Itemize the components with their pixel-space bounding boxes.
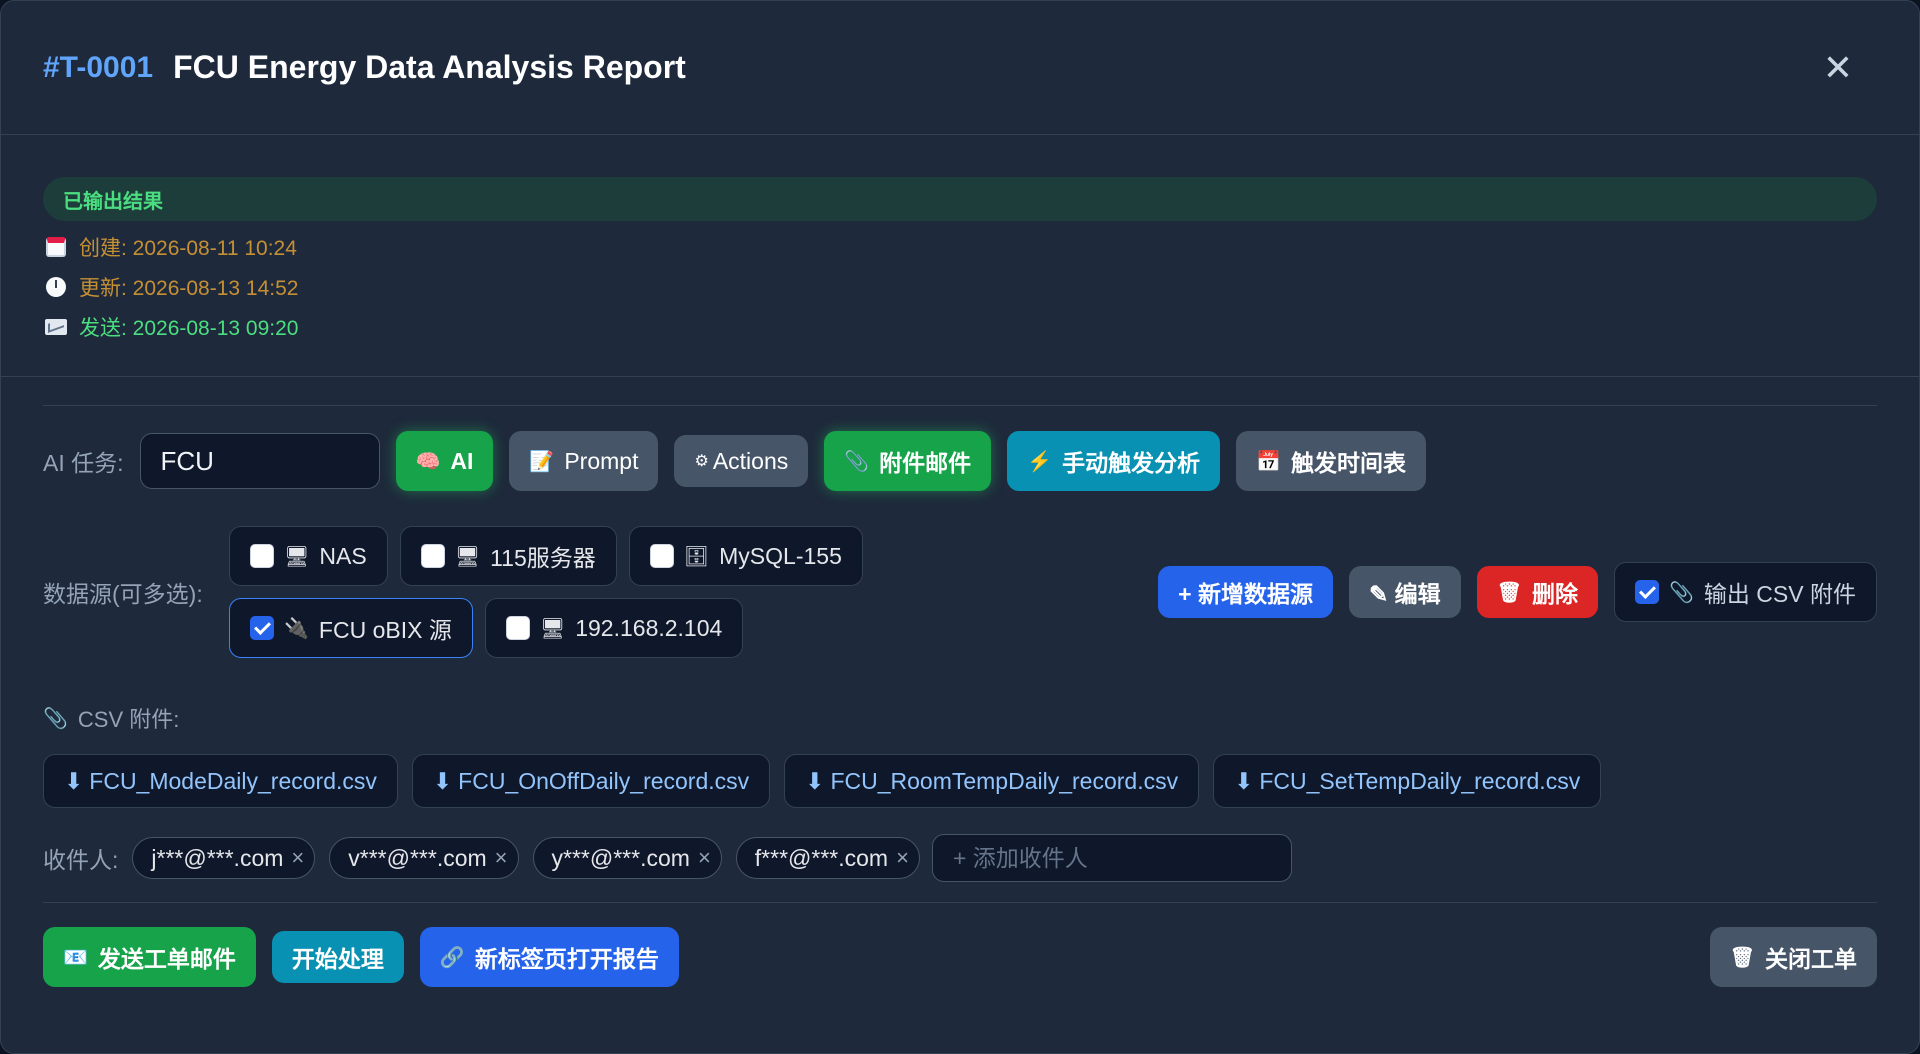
- ai-task-input[interactable]: [139, 433, 380, 489]
- output-csv-checkbox[interactable]: [1635, 580, 1660, 604]
- recipient-tag: v***@***.com ×: [329, 837, 519, 879]
- csv-file-link[interactable]: ⬇ FCU_OnOffDaily_record.csv: [411, 754, 771, 808]
- paperclip-icon: 📎: [1669, 581, 1694, 604]
- ticket-meta: 已输出结果 创建: 2026-08-11 10:24 更新: 2026-08-1…: [1, 135, 1919, 377]
- open-report-button[interactable]: 🔗 新标签页打开报告: [419, 927, 679, 987]
- recipients-label: 收件人:: [43, 847, 119, 873]
- csv-section-label: 📎 CSV 附件:: [43, 707, 180, 732]
- download-icon: ⬇: [432, 767, 453, 794]
- recipients-row: 收件人: j***@***.com × v***@***.com × y***@…: [43, 834, 1877, 882]
- trash-icon: 🗑: [1729, 946, 1755, 969]
- datasource-nas[interactable]: 🖥 NAS: [229, 526, 388, 586]
- divider: [43, 405, 1877, 406]
- memo-icon: 📝: [529, 450, 555, 473]
- trash-icon: 🗑: [1496, 581, 1523, 604]
- calendar-icon: 📅: [1256, 450, 1281, 473]
- plug-icon: 🔌: [284, 617, 309, 640]
- actions-button[interactable]: ⚙ Actions: [674, 435, 809, 487]
- recipient-tag: y***@***.com ×: [532, 837, 722, 879]
- datasource-fcu-obix[interactable]: 🔌 FCU oBIX 源: [229, 598, 473, 658]
- ai-task-row: AI 任务: 🧠 AI 📝 Prompt ⚙ Actions 📎 附件邮件 ⚡ …: [43, 430, 1877, 492]
- created-row: 创建: 2026-08-11 10:24: [43, 233, 1877, 261]
- trigger-analysis-button[interactable]: ⚡ 手动触发分析: [1007, 431, 1221, 491]
- gear-icon: ⚙: [694, 453, 709, 470]
- start-processing-button[interactable]: 开始处理: [271, 931, 404, 983]
- mail-icon: [43, 319, 69, 335]
- created-time: 创建: 2026-08-11 10:24: [79, 237, 297, 260]
- paperclip-icon: 📎: [844, 450, 870, 473]
- delete-datasource-button[interactable]: 🗑 删除: [1476, 566, 1599, 618]
- datasource-label: 数据源(可多选):: [43, 581, 203, 607]
- datasource-checkbox[interactable]: [250, 616, 274, 640]
- monitor-icon: 🖥: [454, 545, 481, 568]
- updated-time: 更新: 2026-08-13 14:52: [79, 277, 299, 300]
- download-icon: ⬇: [805, 767, 825, 794]
- output-csv-toggle[interactable]: 📎 输出 CSV 附件: [1614, 562, 1877, 622]
- datasource-115-server[interactable]: 🖥 115服务器: [399, 526, 617, 586]
- download-icon: ⬇: [64, 767, 84, 794]
- divider: [43, 902, 1877, 903]
- updated-row: 更新: 2026-08-13 14:52: [43, 273, 1877, 301]
- ai-button[interactable]: 🧠 AI: [395, 431, 494, 491]
- monitor-icon: 🖥: [284, 545, 310, 568]
- remove-recipient-icon[interactable]: ×: [896, 845, 909, 871]
- modal-footer: 📧 发送工单邮件 开始处理 🔗 新标签页打开报告 🗑 关闭工单: [43, 927, 1877, 987]
- sent-row: 发送: 2026-08-13 09:20: [43, 313, 1877, 341]
- recipient-tag: j***@***.com ×: [132, 837, 316, 879]
- csv-file-link[interactable]: ⬇ FCU_SetTempDaily_record.csv: [1213, 754, 1602, 808]
- ticket-id: #T-0001: [43, 50, 154, 84]
- lightning-icon: ⚡: [1027, 450, 1053, 473]
- csv-file-list: ⬇ FCU_ModeDaily_record.csv ⬇ FCU_OnOffDa…: [43, 754, 1877, 808]
- datasource-list: 🖥 NAS 🖥 115服务器 🗄 MySQL-155 🔌 FCU oBIX 源 …: [229, 526, 863, 658]
- csv-file-link[interactable]: ⬇ FCU_ModeDaily_record.csv: [43, 754, 398, 808]
- datasource-192-168-2-104[interactable]: 🖥 192.168.2.104: [484, 598, 744, 658]
- sent-time: 发送: 2026-08-13 09:20: [79, 317, 299, 340]
- datasource-row: 数据源(可多选): 🖥 NAS 🖥 115服务器 🗄 MySQL-155 🔌 F…: [43, 526, 1877, 658]
- add-datasource-button[interactable]: + 新增数据源: [1158, 566, 1333, 618]
- datasource-checkbox[interactable]: [649, 544, 674, 568]
- modal-header: #T-0001 FCU Energy Data Analysis Report …: [1, 1, 1919, 135]
- datasource-mysql-155[interactable]: 🗄 MySQL-155: [628, 526, 863, 586]
- ticket-modal: #T-0001 FCU Energy Data Analysis Report …: [0, 0, 1920, 1054]
- close-icon[interactable]: ✕: [1823, 49, 1853, 86]
- cabinet-icon: 🗄: [683, 545, 710, 568]
- clock-icon: [43, 277, 69, 297]
- datasource-checkbox[interactable]: [505, 616, 530, 640]
- link-icon: 🔗: [439, 946, 465, 969]
- ai-task-label: AI 任务:: [43, 450, 124, 476]
- close-ticket-button[interactable]: 🗑 关闭工单: [1709, 927, 1877, 987]
- status-badge: 已输出结果: [43, 177, 1877, 221]
- remove-recipient-icon[interactable]: ×: [291, 845, 304, 871]
- datasource-checkbox[interactable]: [250, 544, 274, 568]
- add-recipient-input[interactable]: [931, 834, 1292, 882]
- download-icon: ⬇: [1234, 767, 1254, 794]
- remove-recipient-icon[interactable]: ×: [495, 845, 508, 871]
- datasource-label-wrap: 数据源(可多选):: [43, 526, 229, 658]
- remove-recipient-icon[interactable]: ×: [698, 845, 711, 871]
- monitor-icon: 🖥: [539, 617, 566, 640]
- calendar-icon: [43, 237, 69, 257]
- mail-icon: 📧: [63, 946, 88, 969]
- edit-datasource-button[interactable]: ✎ 编辑: [1348, 566, 1461, 618]
- datasource-checkbox[interactable]: [420, 544, 445, 568]
- schedule-button[interactable]: 📅 触发时间表: [1236, 431, 1426, 491]
- recipient-tag: f***@***.com ×: [735, 837, 920, 879]
- csv-file-link[interactable]: ⬇ FCU_RoomTempDaily_record.csv: [784, 754, 1200, 808]
- send-ticket-mail-button[interactable]: 📧 发送工单邮件: [43, 927, 256, 987]
- prompt-button[interactable]: 📝 Prompt: [509, 431, 659, 491]
- ticket-body: AI 任务: 🧠 AI 📝 Prompt ⚙ Actions 📎 附件邮件 ⚡ …: [1, 377, 1919, 987]
- attach-mail-button[interactable]: 📎 附件邮件: [824, 431, 992, 491]
- datasource-actions: + 新增数据源 ✎ 编辑 🗑 删除 📎 输出 CSV 附件: [1142, 526, 1877, 658]
- paperclip-icon: 📎: [43, 707, 68, 730]
- brain-icon: 🧠: [415, 450, 441, 473]
- ticket-title: FCU Energy Data Analysis Report: [173, 49, 686, 85]
